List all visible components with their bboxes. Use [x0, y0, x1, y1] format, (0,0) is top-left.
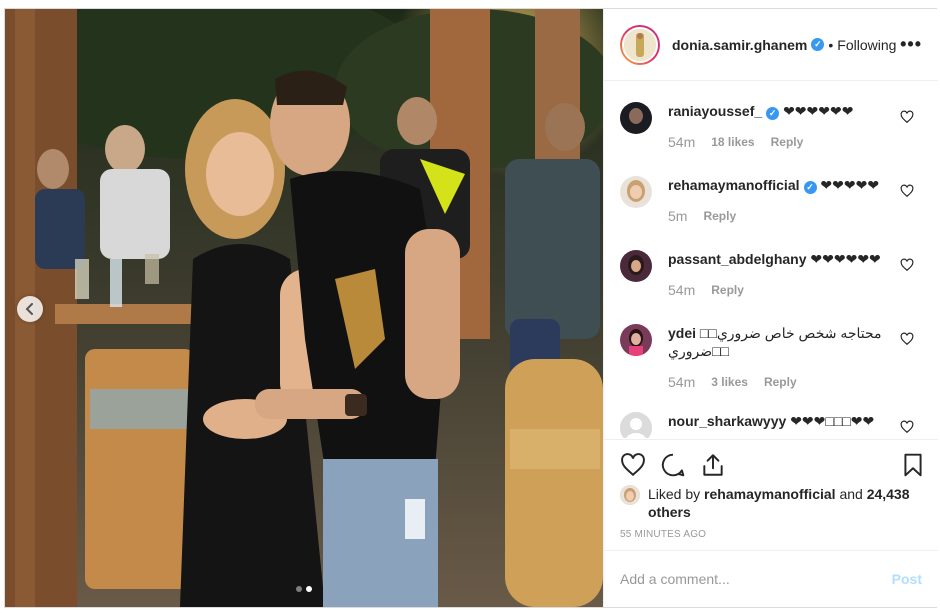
chevron-left-icon	[25, 303, 33, 315]
avatar-image	[620, 485, 640, 505]
verified-badge-icon: ✓	[811, 38, 825, 51]
avatar-image	[620, 102, 652, 134]
comment-item: nour_sharkawyyy ❤❤❤□□□❤❤	[620, 412, 922, 438]
author-username[interactable]: donia.samir.ghanem	[672, 37, 807, 53]
avatar-image	[620, 250, 652, 282]
verified-badge-icon: ✓	[766, 106, 780, 120]
reply-button[interactable]: Reply	[703, 209, 736, 223]
commenter-avatar[interactable]	[620, 324, 652, 356]
comment-item: passant_abdelghany ❤❤❤❤❤❤ 54m Reply	[620, 250, 922, 298]
commenter-avatar[interactable]	[620, 176, 652, 208]
comment-username[interactable]: passant_abdelghany	[668, 251, 807, 267]
following-button[interactable]: Following	[837, 37, 896, 53]
comments-list[interactable]: raniayoussef_ ✓ ❤❤❤❤❤❤ 54m 18 likes Reply…	[604, 82, 938, 438]
comment-body: ❤❤❤❤❤❤	[783, 103, 854, 119]
comment-likes[interactable]: 18 likes	[711, 135, 754, 149]
comment-meta: 54m 18 likes Reply	[668, 134, 922, 150]
instagram-post: donia.samir.ghanem ✓ • Following ••• ran…	[4, 8, 938, 608]
share-icon[interactable]	[700, 452, 726, 478]
liked-by: Liked by rehamaymanofficial and 24,438 o…	[620, 485, 920, 521]
comment-body: ❤❤❤□□□❤❤	[790, 413, 875, 429]
liked-by-conj: and	[839, 486, 863, 502]
liked-by-prefix: Liked by	[648, 486, 701, 502]
comment-item: raniayoussef_ ✓ ❤❤❤❤❤❤ 54m 18 likes Reply	[620, 102, 922, 150]
commenter-avatar[interactable]	[620, 250, 652, 282]
comment-time[interactable]: 54m	[668, 134, 695, 150]
heart-icon[interactable]	[900, 258, 914, 272]
post-photo[interactable]	[5, 9, 603, 607]
avatar-image	[620, 176, 652, 208]
comment-text: passant_abdelghany ❤❤❤❤❤❤	[668, 250, 922, 268]
avatar-image	[620, 412, 652, 438]
comment-username[interactable]: ydei	[668, 325, 696, 341]
comment-item: ydei □□محتاجه شخص خاص ضروري ضروري□□ 54m …	[620, 324, 922, 390]
post-side-panel: donia.samir.ghanem ✓ • Following ••• ran…	[603, 9, 938, 607]
commenter-avatar[interactable]	[620, 102, 652, 134]
more-options-icon[interactable]: •••	[900, 34, 922, 55]
comment-text: nour_sharkawyyy ❤❤❤□□□❤❤	[668, 412, 922, 430]
comment-item: rehamaymanofficial ✓ ❤❤❤❤❤ 5m Reply	[620, 176, 922, 224]
post-comment-button[interactable]: Post	[892, 571, 922, 587]
comment-body: □□محتاجه شخص خاص ضروري ضروري□□	[668, 325, 882, 359]
add-comment-bar: Post	[604, 550, 938, 607]
carousel-indicator	[5, 586, 603, 592]
liked-by-user[interactable]: rehamaymanofficial	[704, 486, 836, 502]
comment-body: ❤❤❤❤❤❤	[810, 251, 881, 267]
bookmark-icon[interactable]	[900, 452, 926, 478]
carousel-prev-button[interactable]	[17, 296, 43, 322]
author-avatar-image	[624, 28, 656, 61]
heart-icon[interactable]	[900, 184, 914, 198]
post-actions-bar	[604, 439, 938, 479]
comment-time[interactable]: 54m	[668, 282, 695, 298]
heart-icon[interactable]	[900, 420, 914, 434]
carousel-dot	[296, 586, 302, 592]
comment-username[interactable]: nour_sharkawyyy	[668, 413, 786, 429]
comment-input[interactable]	[620, 571, 892, 587]
reply-button[interactable]: Reply	[771, 135, 804, 149]
heart-icon[interactable]	[900, 332, 914, 346]
liked-by-avatar[interactable]	[620, 485, 640, 505]
reply-button[interactable]: Reply	[711, 283, 744, 297]
comment-username[interactable]: rehamaymanofficial	[668, 177, 800, 193]
comment-text: rehamaymanofficial ✓ ❤❤❤❤❤	[668, 176, 922, 194]
author-avatar[interactable]	[620, 24, 660, 65]
comment-time[interactable]: 5m	[668, 208, 687, 224]
like-heart-icon[interactable]	[620, 452, 646, 478]
separator: •	[828, 36, 834, 53]
comment-username[interactable]: raniayoussef_	[668, 103, 762, 119]
commenter-avatar[interactable]	[620, 412, 652, 438]
comment-meta: 54m 3 likes Reply	[668, 374, 922, 390]
carousel-dot-active	[306, 586, 312, 592]
post-header: donia.samir.ghanem ✓ • Following •••	[604, 9, 938, 81]
comment-meta: 54m Reply	[668, 282, 922, 298]
photo-illustration	[5, 9, 603, 607]
reply-button[interactable]: Reply	[764, 375, 797, 389]
comment-meta: 5m Reply	[668, 208, 922, 224]
post-timestamp[interactable]: 55 MINUTES AGO	[620, 529, 706, 540]
heart-icon[interactable]	[900, 110, 914, 124]
comment-likes[interactable]: 3 likes	[711, 375, 748, 389]
verified-badge-icon: ✓	[803, 180, 817, 194]
comment-body: ❤❤❤❤❤	[820, 177, 880, 193]
comment-bubble-icon[interactable]	[660, 452, 686, 478]
comment-text: raniayoussef_ ✓ ❤❤❤❤❤❤	[668, 102, 922, 120]
comment-time[interactable]: 54m	[668, 374, 695, 390]
comment-text: ydei □□محتاجه شخص خاص ضروري ضروري□□	[668, 324, 922, 360]
avatar-image	[620, 324, 652, 356]
